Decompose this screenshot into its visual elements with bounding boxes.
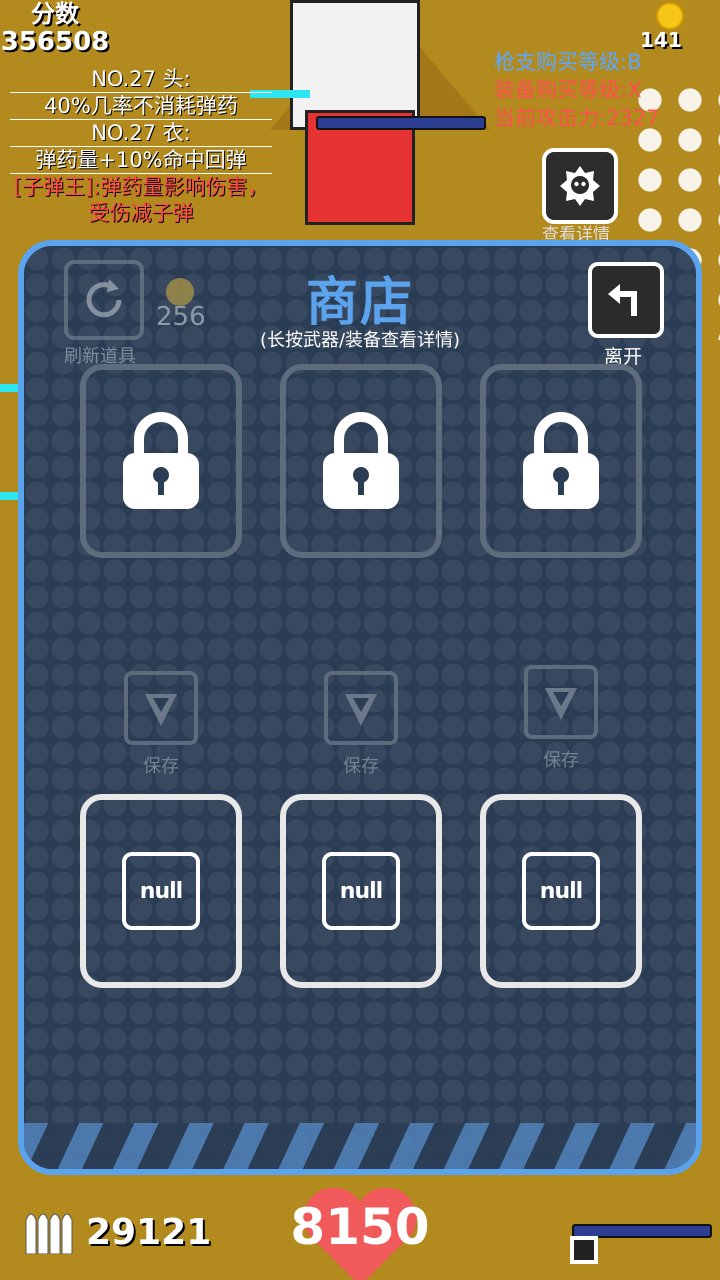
score-label: 分数 xyxy=(31,0,79,28)
return-arrow-icon xyxy=(608,284,637,316)
down-arrow-icon xyxy=(545,688,577,720)
gear-level: 装备购买等级:X xyxy=(494,78,642,102)
buff-line: NO.27 衣: xyxy=(10,120,272,147)
bg-gun xyxy=(316,116,486,130)
save-label: 保存 xyxy=(143,756,179,777)
bg-laser xyxy=(0,384,20,392)
save-label: 保存 xyxy=(543,750,579,771)
purchase-levels: 枪支购买等级:B 装备购买等级:X 当前攻击力:2327 xyxy=(494,48,660,132)
saved-item-slot[interactable]: null xyxy=(80,794,242,988)
down-arrow-icon xyxy=(145,694,177,726)
shop-panel: 刷新道具 256 商店 (长按武器/装备查看详情) 离开 保存 保存 保存 nu… xyxy=(18,240,702,1175)
attack-power: 当前攻击力:2327 xyxy=(494,106,660,130)
null-item-icon: null xyxy=(522,852,600,930)
view-details-button[interactable] xyxy=(542,148,618,224)
skull-badge-icon xyxy=(560,166,600,206)
lock-icon xyxy=(523,412,599,509)
buff-line: 40%几率不消耗弹药 xyxy=(10,93,272,120)
ammo-count: 29121 xyxy=(86,1212,212,1253)
buff-line-special: [子弹王]:弹药量影响伤害，受伤减子弹 xyxy=(13,175,269,225)
buff-line: NO.27 头: xyxy=(10,66,272,93)
coin-icon xyxy=(656,2,684,30)
locked-item-slot[interactable] xyxy=(80,364,242,558)
ammo-icon xyxy=(25,1213,73,1254)
saved-item-slot[interactable]: null xyxy=(480,794,642,988)
saved-item-slot[interactable]: null xyxy=(280,794,442,988)
locked-item-slot[interactable] xyxy=(280,364,442,558)
gun-level: 枪支购买等级:B xyxy=(494,50,642,74)
save-button[interactable] xyxy=(524,665,598,739)
save-button[interactable] xyxy=(324,671,398,745)
leave-button[interactable] xyxy=(588,262,664,338)
lock-icon xyxy=(123,412,199,509)
health-value: 8150 xyxy=(290,1198,430,1256)
lock-icon xyxy=(323,412,399,509)
score-value: 356508 xyxy=(0,27,110,57)
down-arrow-icon xyxy=(345,694,377,726)
buff-line: 弹药量+10%命中回弹 xyxy=(10,147,272,174)
save-button[interactable] xyxy=(124,671,198,745)
save-label: 保存 xyxy=(343,756,379,777)
locked-item-slot[interactable] xyxy=(480,364,642,558)
bg-laser xyxy=(0,492,20,500)
null-item-icon: null xyxy=(322,852,400,930)
buff-list: NO.27 头: 40%几率不消耗弹药 NO.27 衣: 弹药量+10%命中回弹… xyxy=(10,66,272,226)
hazard-stripes xyxy=(24,1123,696,1169)
score-display: 分数 356508 xyxy=(0,0,110,56)
null-item-icon: null xyxy=(122,852,200,930)
corner-button[interactable] xyxy=(570,1236,598,1264)
